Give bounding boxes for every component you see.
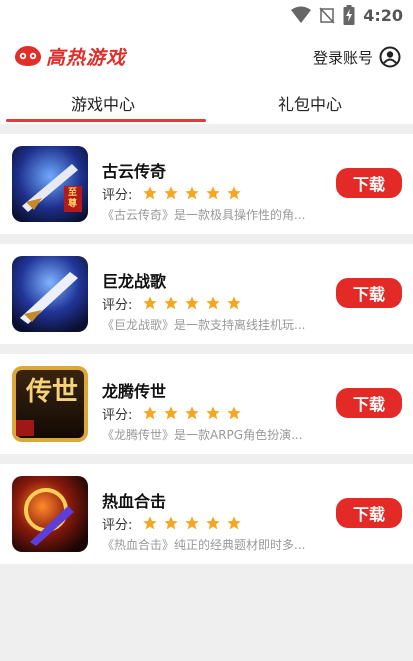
star-icon [206, 406, 221, 420]
game-title: 热血合击 [102, 492, 167, 511]
thumbnail-badge: 传世 [26, 377, 79, 407]
game-description: 《龙腾传世》是一款ARPG角色扮演... [102, 428, 303, 442]
rating-row: 评分: [102, 514, 247, 533]
star-icon [143, 406, 158, 420]
star-icon [185, 186, 200, 200]
login-label: 登录账号 [312, 48, 373, 67]
game-thumbnail-art [12, 146, 88, 222]
active-tab-indicator [6, 119, 206, 122]
app-header: 高热游戏 登录账号 [0, 30, 413, 82]
status-bar: 4:20 [0, 0, 413, 30]
game-description: 《热血合击》纯正的经典题材即时多... [102, 538, 306, 552]
tab-gift-center[interactable]: 礼包中心 [207, 82, 413, 124]
star-icon [164, 516, 179, 530]
rating-label: 评分: [102, 187, 133, 203]
star-icon [164, 406, 179, 420]
star-icon [206, 186, 221, 200]
game-thumbnail: 至尊 [12, 146, 88, 222]
tab-label: 礼包中心 [277, 95, 342, 114]
star-icon [143, 516, 158, 530]
star-icon [206, 296, 221, 310]
star-icon [164, 186, 179, 200]
thumbnail-badge: 至尊 [68, 188, 78, 209]
tab-game-center[interactable]: 游戏中心 [0, 82, 206, 124]
star-icon [185, 516, 200, 530]
login-button[interactable]: 登录账号 [313, 44, 401, 70]
star-icon [185, 296, 200, 310]
game-title: 巨龙战歌 [102, 272, 167, 291]
star-icon [227, 186, 242, 200]
star-icon [227, 516, 242, 530]
game-title: 龙腾传世 [102, 382, 167, 401]
tab-label: 游戏中心 [70, 95, 135, 114]
rating-row: 评分: [102, 294, 247, 313]
star-icon [206, 516, 221, 530]
star-icon [143, 296, 158, 310]
star-icon [185, 406, 200, 420]
game-card[interactable]: 至尊 古云传奇 评分: 《古云传奇》是一款极具操作性的角... 下载 [0, 134, 413, 234]
download-button[interactable]: 下载 [336, 388, 402, 418]
tab-bar: 游戏中心 礼包中心 [0, 82, 413, 124]
star-icon [227, 296, 242, 310]
logo-mark-icon [15, 46, 41, 66]
game-title: 古云传奇 [102, 162, 167, 181]
status-time: 4:20 [363, 5, 403, 25]
user-avatar-icon [379, 46, 401, 68]
rating-row: 评分: [102, 404, 247, 423]
game-thumbnail [12, 476, 88, 552]
game-card[interactable]: 热血合击 评分: 《热血合击》纯正的经典题材即时多... 下载 [0, 464, 413, 564]
game-description: 《古云传奇》是一款极具操作性的角... [102, 208, 306, 222]
game-card[interactable]: 巨龙战歌 评分: 《巨龙战歌》是一款支持离线挂机玩... 下载 [0, 244, 413, 344]
logo-text: 高热游戏 [46, 46, 127, 69]
battery-charging-icon [343, 5, 355, 25]
rating-label: 评分: [102, 297, 133, 313]
game-card[interactable]: 传世 龙腾传世 评分: 《龙腾传世》是一款ARPG角色扮演... 下载 [0, 354, 413, 454]
game-thumbnail: 传世 [12, 366, 88, 442]
game-thumbnail-art [12, 476, 88, 552]
game-description: 《巨龙战歌》是一款支持离线挂机玩... [102, 318, 306, 332]
star-icon [143, 186, 158, 200]
game-thumbnail-art [12, 256, 88, 332]
star-icon [227, 406, 242, 420]
download-button[interactable]: 下载 [336, 168, 402, 198]
download-button[interactable]: 下载 [336, 278, 402, 308]
rating-row: 评分: [102, 184, 247, 203]
rating-label: 评分: [102, 407, 133, 423]
download-button[interactable]: 下载 [336, 498, 402, 528]
wifi-icon [291, 6, 312, 23]
game-thumbnail [12, 256, 88, 332]
signal-off-icon [319, 7, 335, 24]
app-logo: 高热游戏 [14, 42, 126, 70]
rating-label: 评分: [102, 517, 133, 533]
star-icon [164, 296, 179, 310]
status-icons: 4:20 [291, 4, 403, 26]
